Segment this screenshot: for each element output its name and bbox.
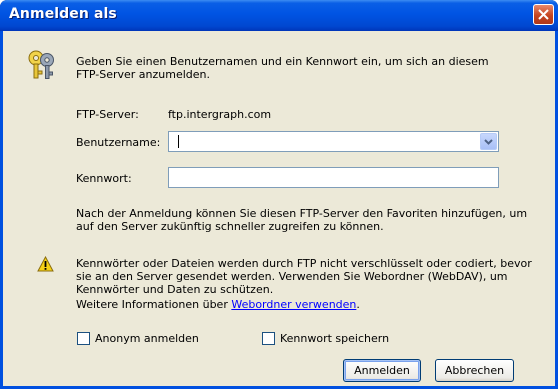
username-dropdown-button[interactable] bbox=[480, 133, 497, 150]
warning-line-2: sie an den Server gesendet werden. Verwe… bbox=[76, 270, 508, 283]
chevron-down-icon bbox=[484, 139, 493, 145]
save-password-label[interactable]: Kennwort speichern bbox=[280, 332, 389, 345]
favorites-note-line-2: auf den Server zukünftig schneller zugre… bbox=[76, 220, 384, 233]
password-field[interactable] bbox=[168, 167, 499, 188]
cancel-button[interactable]: Abbrechen bbox=[435, 359, 514, 382]
password-label: Kennwort: bbox=[76, 172, 132, 185]
title-bar[interactable]: Anmelden als bbox=[0, 0, 558, 31]
anonymous-login-label[interactable]: Anonym anmelden bbox=[95, 332, 199, 345]
ftp-server-value: ftp.intergraph.com bbox=[168, 108, 272, 121]
intro-text-line-2: FTP-Server anzumelden. bbox=[76, 68, 210, 81]
more-info-line: Weitere Informationen über Webordner ver… bbox=[76, 298, 360, 311]
ftp-server-label: FTP-Server: bbox=[76, 108, 139, 121]
close-icon bbox=[538, 9, 549, 20]
anonymous-login-checkbox[interactable] bbox=[77, 332, 90, 345]
save-password-checkbox[interactable] bbox=[262, 332, 275, 345]
login-button[interactable]: Anmelden bbox=[343, 359, 421, 382]
webfolder-link[interactable]: Webordner verwenden bbox=[231, 298, 356, 311]
text-caret bbox=[178, 135, 179, 148]
intro-text-line-1: Geben Sie einen Benutzernamen und ein Ke… bbox=[76, 55, 489, 68]
username-label: Benutzername: bbox=[76, 136, 161, 149]
dialog-body: Geben Sie einen Benutzernamen und ein Ke… bbox=[3, 31, 555, 386]
login-dialog: Anmelden als Geben Sie einen Benutzernam… bbox=[0, 0, 558, 389]
warning-line-3: Kennwörter und Daten zu schützen. bbox=[76, 283, 274, 296]
warning-icon bbox=[37, 256, 54, 272]
window-title: Anmelden als bbox=[9, 6, 117, 22]
more-info-suffix: . bbox=[356, 298, 360, 311]
more-info-prefix: Weitere Informationen über bbox=[76, 298, 232, 311]
username-combobox[interactable] bbox=[168, 131, 499, 152]
close-button[interactable] bbox=[533, 4, 554, 25]
keys-icon bbox=[28, 50, 54, 79]
favorites-note-line-1: Nach der Anmeldung können Sie diesen FTP… bbox=[76, 207, 528, 220]
warning-line-1: Kennwörter oder Dateien werden durch FTP… bbox=[76, 257, 532, 270]
